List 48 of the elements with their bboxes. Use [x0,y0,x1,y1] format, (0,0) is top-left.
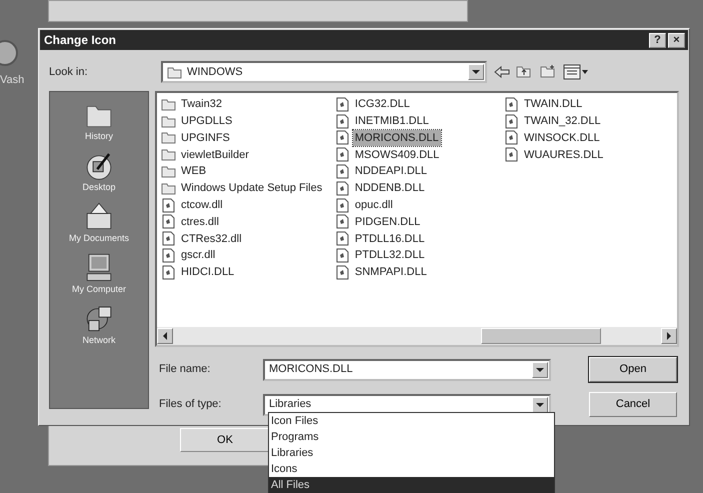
file-item[interactable]: UPGDLLS [179,112,234,130]
dropdown-option[interactable]: Programs [269,429,554,445]
file-item[interactable]: opuc.dll [352,196,395,214]
file-item[interactable]: SNMPAPI.DLL [352,264,429,281]
dropdown-option[interactable]: Libraries [269,445,554,461]
look-in-label: Look in: [49,64,89,80]
file-item[interactable]: ctres.dll [179,214,221,230]
close-button[interactable]: × [668,32,685,48]
desktop-icon-label[interactable]: Vash [0,72,24,88]
dropdown-option[interactable]: Icons [269,461,554,477]
look-in-dropdown[interactable]: WINDOWS [161,61,487,83]
help-button[interactable]: ? [649,32,666,48]
window-title: Change Icon [44,32,118,49]
file-item[interactable]: NDDEAPI.DLL [352,163,430,180]
place-label[interactable]: Desktop [82,181,116,193]
dialog-button[interactable]: Cancel [589,392,677,417]
file-item[interactable]: Twain32 [179,96,224,113]
file-item[interactable]: MSOWS409.DLL [352,146,442,164]
file-item[interactable]: TWAIN_32.DLL [522,112,603,130]
file-item[interactable]: viewletBuilder [179,146,251,164]
file-item[interactable]: ICG32.DLL [352,96,412,113]
place-label[interactable]: History [84,130,113,142]
file-name-label: File name: [158,362,212,378]
file-item[interactable]: TWAIN.DLL [522,96,584,113]
place-label[interactable]: My Computer [72,283,126,295]
file-item[interactable]: Windows Update Setup Files [179,180,324,197]
file-type-label: Files of type: [158,397,222,412]
dropdown-option[interactable]: Icon Files [269,413,554,429]
file-item[interactable]: INETMIB1.DLL [352,112,431,130]
place-label[interactable]: Network [82,334,116,346]
dropdown-option[interactable]: All Files [269,477,554,493]
file-item[interactable]: PIDGEN.DLL [352,214,422,230]
file-item[interactable]: gscr.dll [179,247,218,264]
dialog-button[interactable]: Open [589,357,677,382]
file-item[interactable]: NDDENB.DLL [352,180,427,197]
file-item[interactable]: PTDLL16.DLL [352,230,427,248]
file-item[interactable]: WINSOCK.DLL [522,130,602,146]
ok-button[interactable]: OK [180,428,270,452]
file-item[interactable]: HIDCI.DLL [179,264,236,281]
file-item[interactable]: ctcow.dll [179,196,225,214]
file-item[interactable]: WUAURES.DLL [522,146,606,164]
file-item[interactable]: PTDLL32.DLL [352,247,427,264]
file-name-dropdown[interactable]: MORICONS.DLL [263,358,551,380]
file-item[interactable]: WEB [179,163,208,180]
file-item[interactable]: UPGINFS [179,130,232,146]
file-item[interactable]: MORICONS.DLL [352,130,441,146]
file-item[interactable]: CTRes32.dll [179,230,244,248]
place-label[interactable]: My Documents [68,232,130,244]
